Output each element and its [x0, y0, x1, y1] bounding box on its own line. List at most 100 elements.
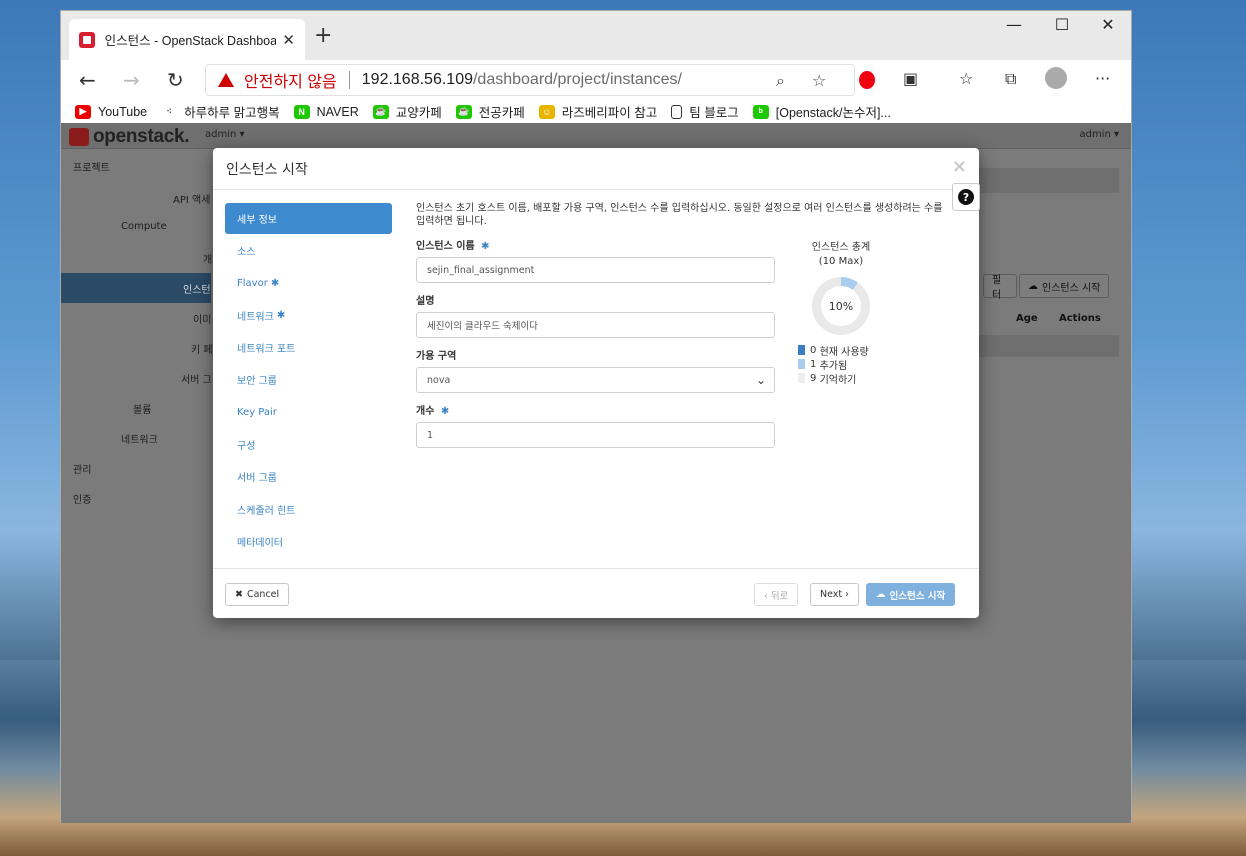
refresh-icon[interactable]: ↻ [167, 68, 184, 92]
sidebar-item-admin[interactable]: 관리 [73, 461, 91, 476]
count-input[interactable]: 1 [416, 422, 775, 448]
bookmark-label: 팀 블로그 [689, 106, 739, 120]
step-security-groups[interactable]: 보안 그룹 [225, 364, 392, 395]
label-text: 인스턴스 이름 [416, 241, 475, 252]
quota-percent: 10% [821, 286, 861, 326]
step-server-groups[interactable]: 서버 그룹 [225, 461, 392, 492]
launch-instance-button[interactable]: ☁ 인스턴스 시작 [866, 583, 956, 606]
forward-arrow-icon[interactable]: → [123, 68, 140, 92]
openstack-favicon-icon [79, 31, 95, 48]
sidebar-item-project[interactable]: 프로젝트 [73, 159, 110, 174]
sidebar-item-overview[interactable]: 개 [203, 251, 212, 266]
step-flavor[interactable]: Flavor ✱ [225, 268, 392, 299]
sidebar-item-compute[interactable]: Compute [121, 221, 167, 232]
step-scheduler-hints[interactable]: 스케줄러 힌트 [225, 494, 392, 525]
bookmark-cafe2[interactable]: ☕ 전공카페 [455, 102, 525, 121]
url-path: /dashboard/project/instances/ [472, 71, 682, 88]
legend-label: 기억하기 [819, 374, 857, 386]
cafe-icon: ☕ [455, 104, 472, 119]
quota-donut-chart: 10% [812, 277, 870, 335]
step-label: Flavor [237, 277, 268, 289]
cast-icon[interactable]: ▣ [903, 69, 918, 88]
bookmark-openstack-post[interactable]: b [Openstack/논수저]... [752, 102, 891, 121]
bookmark-raspberry[interactable]: ☺ 라즈베리파이 참고 [538, 102, 658, 121]
legend-label: 추가됨 [819, 360, 848, 372]
legend-swatch [798, 373, 805, 383]
back-arrow-icon[interactable]: ← [79, 68, 96, 92]
column-age[interactable]: Age [1016, 313, 1038, 324]
legend-count: 0 [810, 344, 817, 356]
instance-name-input[interactable]: sejin_final_assignment [416, 257, 775, 283]
openstack-logo[interactable]: openstack. [69, 126, 190, 148]
bookmark-label: YouTube [98, 104, 148, 119]
sidebar-item-identity[interactable]: 인증 [73, 491, 91, 506]
close-icon: ✖ [235, 589, 243, 600]
bookmark-naver[interactable]: N NAVER [293, 104, 359, 119]
modal-header: 인스턴스 시작 × [213, 148, 979, 190]
step-label: 서버 그룹 [237, 473, 277, 485]
step-configuration[interactable]: 구성 [225, 429, 392, 460]
next-button[interactable]: Next › [810, 583, 859, 606]
address-bar[interactable]: 안전하지 않음 192.168.56.109/dashboard/project… [205, 64, 855, 96]
description-input[interactable]: 세진이의 클라우드 숙제이다 [416, 312, 775, 338]
bookmark-team-blog[interactable]: 팀 블로그 [671, 102, 739, 121]
step-label: 스케줄러 힌트 [237, 505, 296, 517]
bookmark-youtube[interactable]: ▶ YouTube [75, 104, 148, 119]
sidebar-item-network[interactable]: 네트워크 [121, 431, 158, 446]
sidebar-item-images[interactable]: 이미 [193, 311, 211, 326]
step-metadata[interactable]: 메타데이터 [225, 526, 392, 557]
project-selector[interactable]: admin ▾ [205, 129, 245, 140]
close-tab-icon[interactable]: ✕ [282, 31, 295, 49]
user-menu[interactable]: admin ▾ [1079, 129, 1119, 140]
launch-instance-page-button[interactable]: ☁ 인스턴스 시작 [1019, 274, 1110, 298]
sidebar-item-server-groups[interactable]: 서버 그 [181, 371, 212, 386]
quota-legend: 0 현재 사용량 1 추가됨 9 기억하기 [798, 343, 869, 386]
availability-zone-select[interactable]: nova ⌄ [416, 367, 775, 393]
profile-avatar-icon[interactable] [1045, 67, 1067, 93]
step-source[interactable]: 소스 [225, 235, 392, 266]
zoom-icon[interactable]: ⌕ [776, 71, 785, 91]
opera-extension-icon[interactable] [859, 71, 875, 93]
browser-tab[interactable]: 인스턴스 - OpenStack Dashboard ✕ [69, 19, 305, 60]
step-networks[interactable]: 네트워크 ✱ [225, 300, 392, 331]
sidebar-item-volumes[interactable]: 볼륨 [133, 401, 151, 416]
favorites-list-icon[interactable]: ☆ [959, 69, 973, 88]
window-close-icon[interactable]: ✕ [1085, 15, 1131, 34]
more-menu-icon[interactable]: ··· [1095, 69, 1110, 88]
collections-icon[interactable]: ⧉ [1005, 69, 1016, 89]
button-label: Cancel [246, 589, 280, 600]
step-label: 네트워크 포트 [237, 344, 296, 356]
bookmark-label: 라즈베리파이 참고 [561, 106, 658, 120]
logo-text: openstack. [93, 126, 190, 147]
url-text: 192.168.56.109/dashboard/project/instanc… [362, 71, 682, 89]
required-asterisk-icon: ✱ [270, 277, 280, 289]
filter-button[interactable]: 필터 [983, 274, 1017, 301]
step-label: Key Pair [237, 406, 277, 418]
step-key-pair[interactable]: Key Pair [225, 397, 392, 428]
modal-title: 인스턴스 시작 [226, 162, 308, 178]
legend-swatch [798, 345, 805, 355]
legend-count: 9 [810, 372, 817, 384]
sidebar-item-keypairs[interactable]: 키 페 [191, 341, 213, 356]
favorite-star-icon[interactable]: ☆ [812, 71, 826, 90]
sidebar-item-api[interactable]: API 액세 [173, 191, 210, 206]
new-tab-icon[interactable]: + [314, 23, 332, 48]
legend-added: 1 추가됨 [798, 357, 869, 372]
openstack-topbar: openstack. admin ▾ admin ▾ [61, 123, 1131, 149]
availability-zone-label: 가용 구역 [416, 351, 457, 362]
back-button[interactable]: ‹ 뒤로 [754, 583, 799, 606]
cancel-button[interactable]: ✖ Cancel [225, 583, 290, 606]
sidebar-item-instances[interactable]: 인스턴 [183, 281, 211, 296]
minimize-icon[interactable]: — [991, 15, 1037, 34]
close-icon[interactable]: × [952, 156, 967, 177]
divider [348, 71, 350, 89]
not-secure-label: 안전하지 않음 [244, 74, 337, 91]
maximize-icon[interactable]: ☐ [1039, 15, 1085, 34]
bookmark-blog[interactable]: ⁖ 하루하루 맑고행복 [161, 102, 279, 121]
step-network-ports[interactable]: 네트워크 포트 [225, 332, 392, 363]
label-text: 개수 [416, 406, 435, 417]
cloud-upload-icon: ☁ [876, 589, 886, 600]
step-label: 소스 [237, 247, 256, 259]
step-details[interactable]: 세부 정보 [225, 203, 392, 234]
bookmark-cafe1[interactable]: ☕ 교양카페 [372, 102, 442, 121]
